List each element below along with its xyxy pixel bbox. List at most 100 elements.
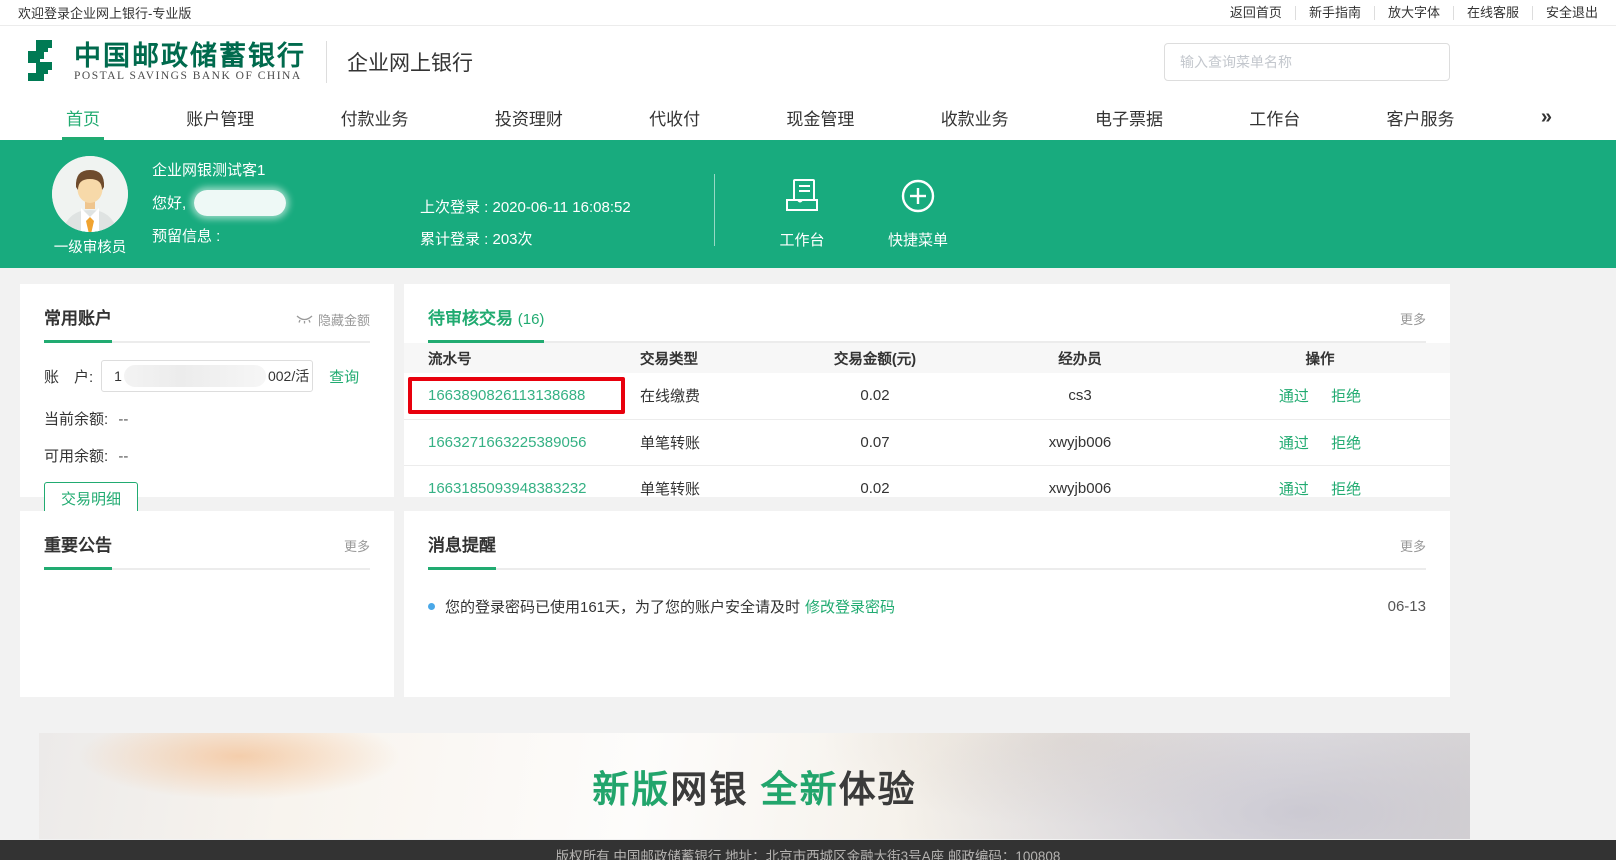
nav-item-workbench[interactable]: 工作台	[1245, 98, 1304, 140]
user-info: 企业网银测试客1 您好, 预留信息 :	[152, 162, 286, 261]
link-return-home[interactable]: 返回首页	[1217, 6, 1296, 20]
workbench-label: 工作台	[760, 229, 844, 250]
avatar	[52, 156, 128, 232]
masked-account-number	[124, 365, 266, 387]
hide-amount-toggle[interactable]: 隐藏金额	[296, 310, 370, 329]
product-title: 企业网上银行	[347, 47, 473, 77]
annotation-highlight-box: 1663890826113138688	[408, 377, 625, 414]
transaction-type: 在线缴费	[640, 373, 780, 419]
account-query-link[interactable]: 查询	[329, 366, 359, 387]
account-label: 账 户:	[44, 366, 93, 387]
slogan-part-2: 网银	[670, 769, 748, 810]
nav-item-receivables[interactable]: 收款业务	[937, 98, 1013, 140]
available-balance-label: 可用余额:	[44, 448, 108, 465]
pending-count: (16)	[518, 311, 545, 328]
total-login-text: 累计登录 : 203次	[420, 228, 631, 244]
top-utility-bar: 欢迎登录企业网上银行-专业版 返回首页 新手指南 放大字体 在线客服 安全退出	[0, 0, 1616, 26]
table-row: 1663890826113138688 在线缴费 0.02 cs3 通过 拒绝	[404, 373, 1450, 419]
table-header-row: 流水号 交易类型 交易金额(元) 经办员 操作	[404, 343, 1450, 373]
nav-item-e-bills[interactable]: 电子票据	[1091, 98, 1167, 140]
account-number-suffix: 002/活	[268, 366, 309, 386]
transaction-operator: xwyjb006	[970, 419, 1190, 465]
approve-link[interactable]: 通过	[1279, 388, 1309, 405]
bank-name-en: POSTAL SAVINGS BANK OF CHINA	[74, 70, 306, 82]
reject-link[interactable]: 拒绝	[1331, 388, 1361, 405]
transactions-more-link[interactable]: 更多	[1400, 309, 1426, 328]
avatar-person-icon	[52, 156, 128, 232]
transaction-type: 单笔转账	[640, 465, 780, 511]
bullet-dot-icon	[428, 603, 435, 610]
col-serial: 流水号	[404, 343, 640, 373]
transaction-amount: 0.07	[780, 419, 970, 465]
main-nav: 首页 账户管理 付款业务 投资理财 代收付 现金管理 收款业务 电子票据 工作台…	[0, 98, 1616, 140]
company-name: 企业网银测试客1	[152, 162, 286, 178]
slogan-part-4: 体验	[839, 769, 917, 810]
promo-banner: 新版网银 全新体验	[39, 733, 1470, 839]
header-divider	[326, 41, 327, 83]
approve-link[interactable]: 通过	[1279, 481, 1309, 498]
nav-item-cash-management[interactable]: 现金管理	[782, 98, 858, 140]
copyright-text: 版权所有 中国邮政储蓄银行 地址：北京市西城区金融大街3号A座 邮政编码：100…	[556, 849, 1061, 860]
message-text: 您的登录密码已使用161天，为了您的账户安全请及时	[445, 596, 800, 617]
serial-number-link[interactable]: 1663271663225389056	[428, 434, 587, 451]
account-number-prefix: 1	[114, 368, 122, 384]
user-hero-banner: 一级审核员 企业网银测试客1 您好, 预留信息 : 上次登录 : 2020-06…	[0, 140, 1616, 268]
slogan-part-1: 新版	[592, 769, 670, 810]
transaction-amount: 0.02	[780, 465, 970, 511]
messages-title: 消息提醒	[428, 531, 496, 570]
nav-item-payment[interactable]: 付款业务	[337, 98, 413, 140]
transaction-operator: cs3	[970, 373, 1190, 419]
change-password-link[interactable]: 修改登录密码	[805, 596, 895, 617]
nav-item-investment[interactable]: 投资理财	[491, 98, 567, 140]
messages-more-link[interactable]: 更多	[1400, 536, 1426, 555]
common-accounts-title: 常用账户	[44, 304, 112, 343]
nav-item-home[interactable]: 首页	[62, 98, 104, 140]
hide-amount-label[interactable]: 隐藏金额	[318, 310, 370, 329]
transaction-operator: xwyjb006	[970, 465, 1190, 511]
common-accounts-card: 常用账户 隐藏金额 账 户: 1 002/活	[20, 284, 394, 497]
serial-number-link[interactable]: 1663185093948383232	[428, 480, 587, 497]
pending-transactions-title: 待审核交易 (16)	[428, 304, 544, 343]
nav-item-customer-service[interactable]: 客户服务	[1383, 98, 1459, 140]
transaction-detail-button[interactable]: 交易明细	[44, 482, 138, 514]
eye-closed-icon	[296, 314, 313, 324]
promo-slogan: 新版网银 全新体验	[592, 759, 916, 813]
reject-link[interactable]: 拒绝	[1331, 435, 1361, 452]
messages-card: 消息提醒 更多 您的登录密码已使用161天，为了您的账户安全请及时 修改登录密码…	[404, 511, 1450, 697]
topbar-links: 返回首页 新手指南 放大字体 在线客服 安全退出	[1217, 6, 1598, 20]
col-amount: 交易金额(元)	[780, 343, 970, 373]
link-safe-logout[interactable]: 安全退出	[1533, 6, 1598, 20]
col-type: 交易类型	[640, 343, 780, 373]
link-enlarge-font[interactable]: 放大字体	[1375, 6, 1454, 20]
col-operator: 经办员	[970, 343, 1190, 373]
hero-divider	[714, 174, 715, 246]
quick-menu-shortcut[interactable]: 快捷菜单	[876, 178, 960, 250]
announcements-card: 重要公告 更多	[20, 511, 394, 697]
link-online-service[interactable]: 在线客服	[1454, 6, 1533, 20]
slogan-part-3: 全新	[748, 769, 838, 810]
message-date: 06-13	[1388, 598, 1426, 615]
header: 中国邮政储蓄银行 POSTAL SAVINGS BANK OF CHINA 企业…	[0, 26, 1616, 98]
current-balance-value: --	[118, 411, 128, 428]
col-actions: 操作	[1190, 343, 1450, 373]
current-balance-label: 当前余额:	[44, 411, 108, 428]
nav-item-account-management[interactable]: 账户管理	[182, 98, 258, 140]
serial-number-link[interactable]: 1663890826113138688	[428, 387, 585, 404]
announcements-more-link[interactable]: 更多	[344, 536, 370, 555]
menu-search-input[interactable]	[1164, 43, 1450, 81]
bank-logo-text: 中国邮政储蓄银行 POSTAL SAVINGS BANK OF CHINA	[74, 42, 306, 82]
nav-more-chevron-icon[interactable]: »	[1537, 98, 1554, 140]
link-beginner-guide[interactable]: 新手指南	[1296, 6, 1375, 20]
transaction-type: 单笔转账	[640, 419, 780, 465]
nav-item-collection-payment[interactable]: 代收付	[645, 98, 704, 140]
approve-link[interactable]: 通过	[1279, 435, 1309, 452]
plus-circle-icon	[900, 178, 936, 214]
transaction-amount: 0.02	[780, 373, 970, 419]
last-login-text: 上次登录 : 2020-06-11 16:08:52	[420, 196, 631, 212]
message-item: 您的登录密码已使用161天，为了您的账户安全请及时 修改登录密码 06-13	[428, 596, 1426, 617]
reserved-info-label: 预留信息 :	[152, 228, 286, 244]
workbench-shortcut[interactable]: 工作台	[760, 178, 844, 250]
reject-link[interactable]: 拒绝	[1331, 481, 1361, 498]
table-row: 1663271663225389056 单笔转账 0.07 xwyjb006 通…	[404, 419, 1450, 465]
account-select[interactable]: 1 002/活	[101, 360, 313, 392]
